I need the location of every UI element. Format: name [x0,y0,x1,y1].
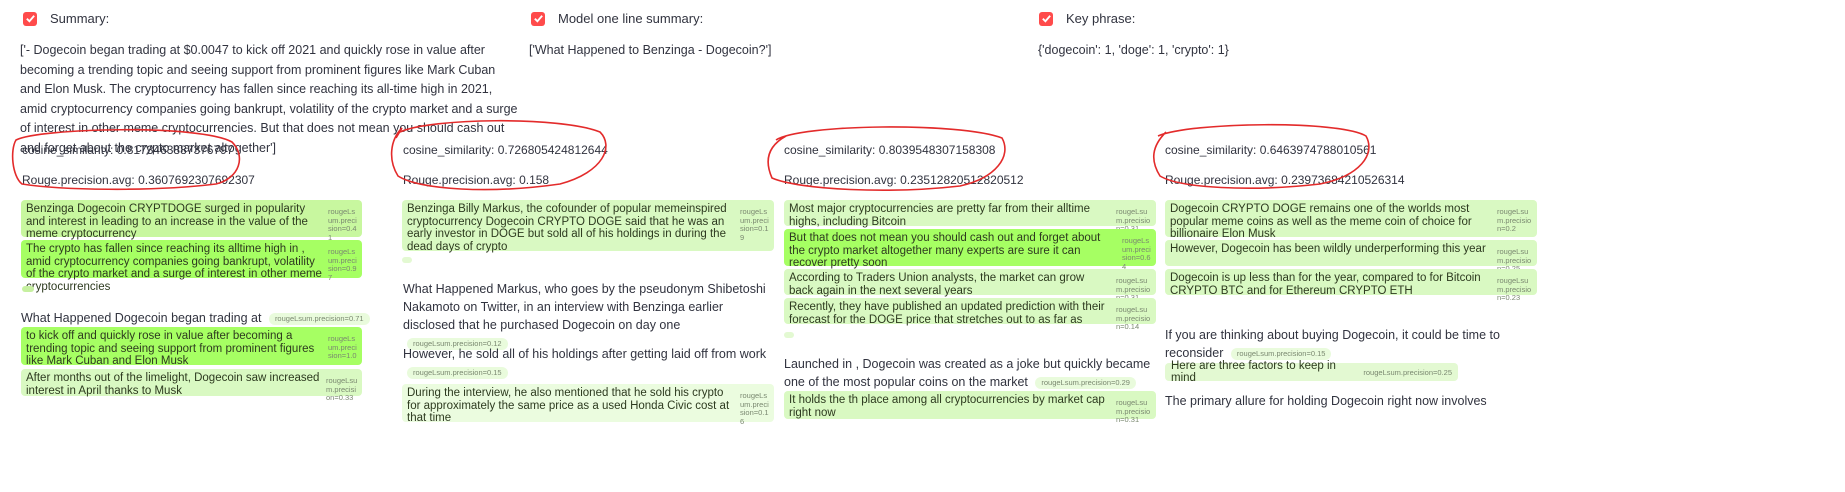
score-label: rougeLsum.precision=0.71 [268,312,370,325]
summary-text: ['- Dogecoin began trading at $0.0047 to… [20,43,518,155]
sentence-text: The crypto has fallen since reaching its… [26,243,322,293]
sentence-text: Benzinga Dogecoin CRYPTDOGE surged in po… [26,203,308,240]
check-icon [1039,11,1053,26]
score-label: rougeLsum.precision=0.29 [1035,376,1136,389]
score-pill [402,257,412,263]
sentence-text: According to Traders Union analysts, the… [789,272,1085,297]
highlight-sentence: During the interview, he also mentioned … [402,384,774,426]
highlight-sentence: Benzinga Billy Markus, the cofounder of … [402,200,774,253]
sentence-text: Most major cryptocurrencies are pretty f… [789,203,1091,228]
score-label: rougeLsum.precision=0.2 [1497,207,1532,233]
sentence-text: During the interview, he also mentioned … [407,387,730,424]
highlight-sentence: Recently, they have published an updated… [784,298,1156,331]
rouge-avg-2: Rouge.precision.avg: 0.158 [403,173,550,187]
highlight-sentence: Benzinga Dogecoin CRYPTDOGE surged in po… [21,200,362,242]
cosine-similarity-3: cosine_similarity: 0.8039548307158308 [784,143,996,157]
highlight-sentence: After months out of the limelight, Dogec… [21,369,362,402]
highlight-sentence: Dogecoin is up less than for the year, c… [1165,269,1537,302]
score-label: rougeLsum.precision=0.41 [328,207,357,242]
highlight-sentence: to kick off and quickly rose in value af… [21,327,362,367]
check-icon [23,11,37,26]
highlight-sentence: Here are three factors to keep in mind r… [1165,360,1458,384]
score-label: rougeLsum.precision=1.0 [328,334,357,360]
sentence-text: However, he sold all of his holdings aft… [403,347,767,361]
model-summary-label: Model one line summary: [558,11,704,26]
highlight-sentence: According to Traders Union analysts, the… [784,269,1156,302]
sentence-text: Dogecoin CRYPTO DOGE remains one of the … [1170,203,1472,240]
sentence-text: If you are thinking about buying Dogecoi… [1165,328,1500,360]
paragraph: The primary allure for holding Dogecoin … [1165,394,1487,408]
score-label: rougeLsum.precision=0.19 [740,207,769,242]
check-icon [531,11,545,26]
score-label: rougeLsum.precision=0.15 [407,366,508,379]
score-label: rougeLsum.precision=0.33 [326,376,358,402]
rouge-avg-4: Rouge.precision.avg: 0.23973684210526314 [1165,173,1405,187]
highlight-sentence: But that does not mean you should cash o… [784,229,1156,271]
sentence-text: Recently, they have published an updated… [789,301,1105,326]
paragraph: Launched in , Dogecoin was created as a … [784,355,1156,391]
highlight-sentence: Most major cryptocurrencies are pretty f… [784,200,1156,233]
summary-checkbox[interactable]: Summary: [23,11,109,26]
sentence-text: After months out of the limelight, Dogec… [26,372,320,397]
score-label: rougeLsum.precision=0.25 [1497,247,1532,273]
score-label: rougeLsum.precision=0.31 [1116,398,1151,424]
highlight-sentence: However, Dogecoin has been wildly underp… [1165,240,1537,273]
model-summary-text: ['What Happened to Benzinga - Dogecoin?'… [529,43,772,57]
score-label: rougeLsum.precision=0.97 [328,247,357,282]
sentence-text: What Happened Dogecoin began trading at [21,311,262,325]
rouge-avg-1: Rouge.precision.avg: 0.3607692307692307 [22,173,255,187]
highlight-sentence: It holds the th place among all cryptocu… [784,391,1156,424]
score-label: rougeLsum.precision=0.23 [1497,276,1532,302]
inline-sentence: What Happened Dogecoin began trading at … [21,309,370,329]
sentence-text: However, Dogecoin has been wildly underp… [1170,243,1486,255]
score-pill [784,332,794,338]
paragraph: If you are thinking about buying Dogecoi… [1165,326,1537,362]
cosine-similarity-1: cosine_similarity: 0.8173463887376797 [22,143,234,157]
sentence-text: Here are three factors to keep in mind [1171,360,1336,384]
sentence-text: What Happened Markus, who goes by the ps… [403,282,766,332]
cosine-similarity-2: cosine_similarity: 0.726805424812644 [403,143,608,157]
score-label: rougeLsum.precision=0.64 [1122,236,1151,271]
paragraph: What Happened Markus, who goes by the ps… [403,280,771,352]
sentence-text: But that does not mean you should cash o… [789,232,1101,269]
cosine-similarity-4: cosine_similarity: 0.6463974788010561 [1165,143,1377,157]
keyphrase-checkbox[interactable]: Key phrase: [1039,11,1135,26]
rouge-avg-3: Rouge.precision.avg: 0.23512820512820512 [784,173,1024,187]
sentence-text: Dogecoin is up less than for the year, c… [1170,272,1481,297]
keyphrase-label: Key phrase: [1066,11,1136,26]
highlight-sentence: Dogecoin CRYPTO DOGE remains one of the … [1165,200,1537,240]
score-pill [22,286,34,292]
score-label: rougeLsum.precision=0.15 [1230,347,1332,360]
sentence-text: It holds the th place among all cryptocu… [789,394,1105,419]
sentence-text: Benzinga Billy Markus, the cofounder of … [407,203,727,253]
sentence-text: to kick off and quickly rose in value af… [26,330,315,367]
paragraph: However, he sold all of his holdings aft… [403,345,771,381]
keyphrase-text: {'dogecoin': 1, 'doge': 1, 'crypto': 1} [1038,43,1229,57]
score-label: rougeLsum.precision=0.14 [1116,305,1151,331]
highlight-sentence: The crypto has fallen since reaching its… [21,240,362,293]
score-label: rougeLsum.precision=0.16 [740,391,769,426]
score-label: rougeLsum.precision=0.31 [1116,276,1151,302]
model-summary-checkbox[interactable]: Model one line summary: [531,11,703,26]
score-label: rougeLsum.precision=0.31 [1116,207,1151,233]
score-label: rougeLsum.precision=0.25 [1363,367,1452,377]
summary-label: Summary: [50,11,110,26]
